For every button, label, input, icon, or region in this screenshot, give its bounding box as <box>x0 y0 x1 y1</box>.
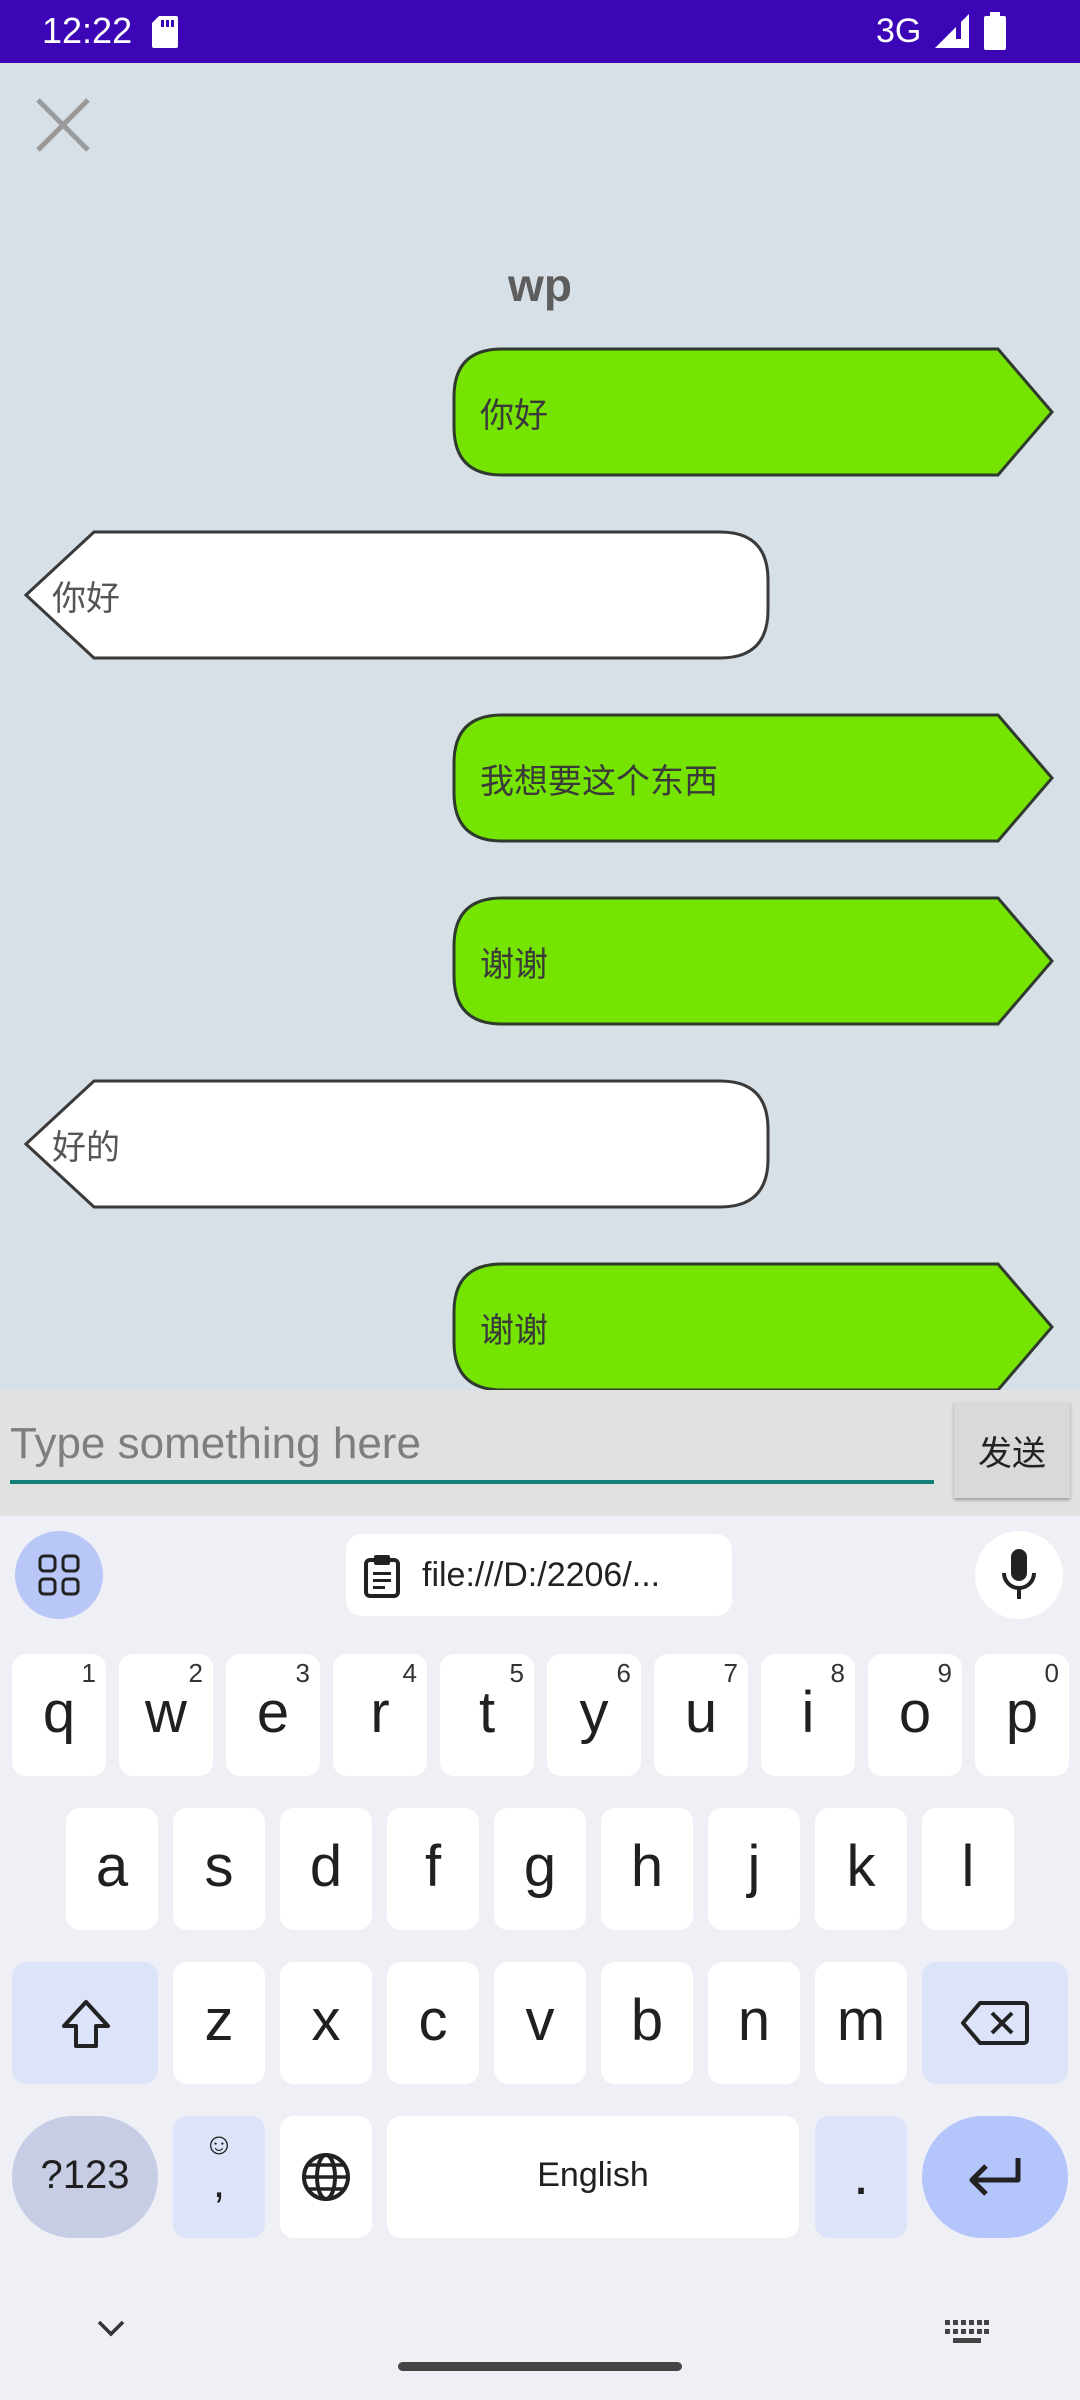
key-y[interactable]: y6 <box>547 1654 641 1776</box>
message-text: 你好 <box>480 395 548 436</box>
apps-grid-button[interactable] <box>15 1531 103 1619</box>
signal-icon <box>935 14 969 48</box>
keyboard-switch-icon[interactable] <box>945 2320 989 2346</box>
key-u[interactable]: u7 <box>654 1654 748 1776</box>
message-text: 我想要这个东西 <box>480 761 718 802</box>
sd-card-icon <box>152 16 178 48</box>
enter-key[interactable] <box>922 2116 1068 2238</box>
close-icon[interactable] <box>34 96 92 154</box>
sent-message-bubble: 谢谢 <box>452 1262 1054 1392</box>
language-switch-key[interactable] <box>280 2116 372 2238</box>
key-s[interactable]: s <box>173 1808 265 1930</box>
clipboard-chip-text: file:///D:/2206/... <box>422 1556 661 1594</box>
key-i[interactable]: i8 <box>761 1654 855 1776</box>
sent-message-bubble: 我想要这个东西 <box>452 713 1054 843</box>
emoji-icon: ☺ <box>203 2128 235 2161</box>
battery-icon <box>984 12 1006 50</box>
backspace-key[interactable] <box>922 1962 1068 2084</box>
symbols-key[interactable]: ?123 <box>12 2116 158 2238</box>
message-text: 好的 <box>52 1127 120 1168</box>
shift-key[interactable] <box>12 1962 158 2084</box>
sent-message-bubble: 谢谢 <box>452 896 1054 1026</box>
shift-icon <box>62 2000 110 2048</box>
key-g[interactable]: g <box>494 1808 586 1930</box>
period-key[interactable]: . <box>815 2116 907 2238</box>
key-p[interactable]: p0 <box>975 1654 1069 1776</box>
key-x[interactable]: x <box>280 1962 372 2084</box>
received-message-bubble: 你好 <box>24 530 770 660</box>
globe-icon <box>302 2153 350 2201</box>
key-c[interactable]: c <box>387 1962 479 2084</box>
emoji-comma-key[interactable]: ☺ , <box>173 2116 265 2238</box>
message-input[interactable] <box>10 1408 934 1484</box>
message-text: 谢谢 <box>480 944 548 985</box>
key-d[interactable]: d <box>280 1808 372 1930</box>
microphone-icon <box>1002 1549 1036 1599</box>
clipboard-suggestion-chip[interactable]: file:///D:/2206/... <box>346 1534 732 1616</box>
clipboard-icon <box>364 1555 400 1598</box>
key-j[interactable]: j <box>708 1808 800 1930</box>
sent-message-bubble: 你好 <box>452 347 1054 477</box>
key-k[interactable]: k <box>815 1808 907 1930</box>
key-f[interactable]: f <box>387 1808 479 1930</box>
key-e[interactable]: e3 <box>226 1654 320 1776</box>
message-text: 谢谢 <box>480 1310 548 1351</box>
voice-input-button[interactable] <box>975 1531 1063 1619</box>
key-b[interactable]: b <box>601 1962 693 2084</box>
key-m[interactable]: m <box>815 1962 907 2084</box>
key-a[interactable]: a <box>66 1808 158 1930</box>
key-t[interactable]: t5 <box>440 1654 534 1776</box>
backspace-icon <box>961 2001 1029 2045</box>
key-v[interactable]: v <box>494 1962 586 2084</box>
key-w[interactable]: w2 <box>119 1654 213 1776</box>
home-indicator[interactable] <box>398 2362 682 2371</box>
received-message-bubble: 好的 <box>24 1079 770 1209</box>
network-type: 3G <box>876 12 922 50</box>
status-bar: 12:22 3G <box>0 0 1080 63</box>
on-screen-keyboard: file:///D:/2206/... q1 w2 e3 r4 t5 y6 u7… <box>0 1516 1080 2400</box>
key-r[interactable]: r4 <box>333 1654 427 1776</box>
key-l[interactable]: l <box>922 1808 1014 1930</box>
key-o[interactable]: o9 <box>868 1654 962 1776</box>
key-h[interactable]: h <box>601 1808 693 1930</box>
message-text: 你好 <box>52 578 120 619</box>
send-button[interactable]: 发送 <box>954 1402 1070 1498</box>
status-time: 12:22 <box>42 10 133 51</box>
chat-title: wp <box>508 259 572 311</box>
key-q[interactable]: q1 <box>12 1654 106 1776</box>
apps-grid-icon <box>38 1554 80 1596</box>
key-n[interactable]: n <box>708 1962 800 2084</box>
enter-icon <box>969 2158 1021 2196</box>
key-z[interactable]: z <box>173 1962 265 2084</box>
composer-bar: 发送 <box>0 1390 1080 1516</box>
chevron-down-icon[interactable] <box>96 2318 126 2338</box>
space-key[interactable]: English <box>387 2116 799 2238</box>
